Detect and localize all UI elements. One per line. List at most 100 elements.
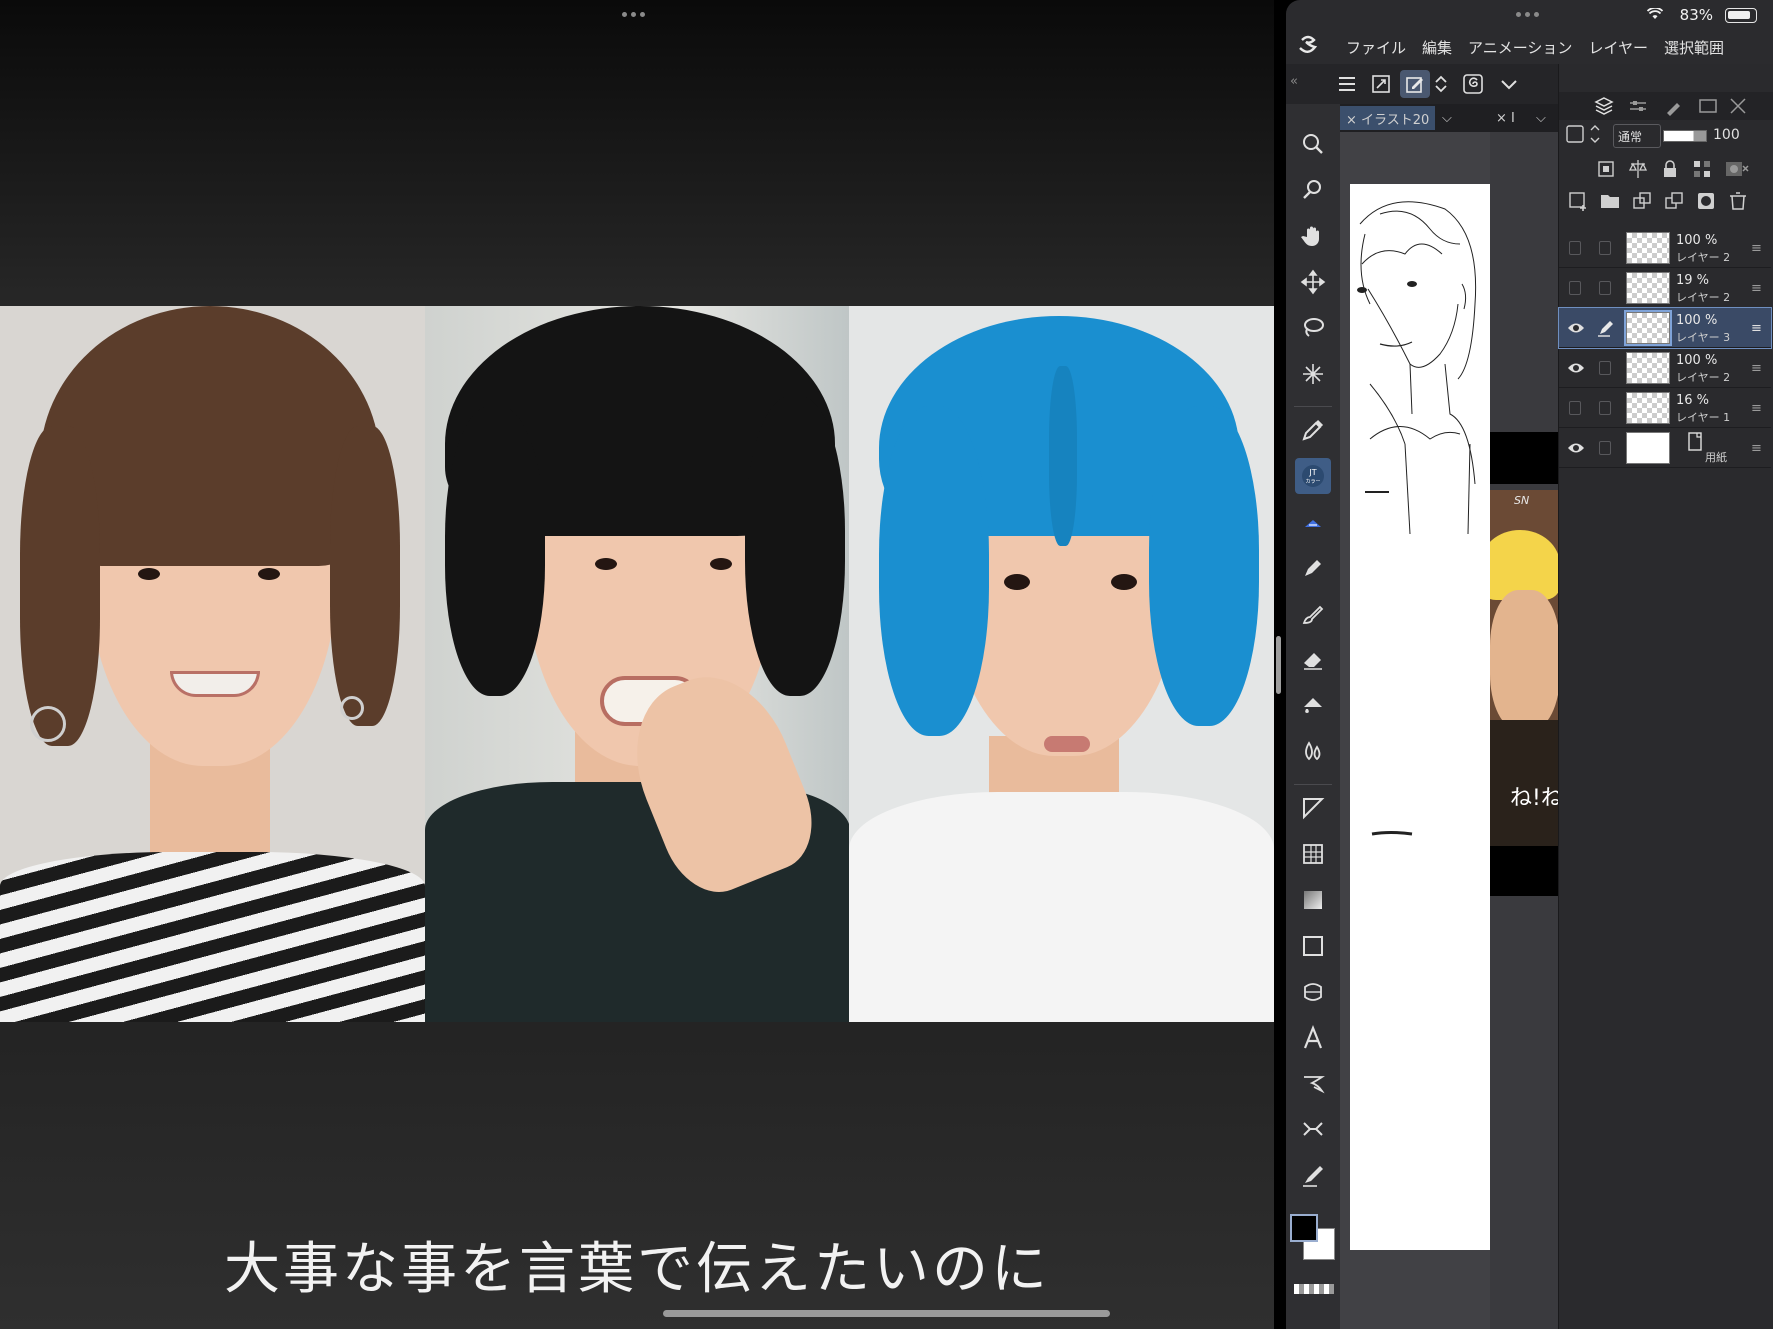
navigator-tab-icon[interactable] bbox=[1697, 95, 1719, 117]
color-brush-icon[interactable]: JT カラー bbox=[1295, 458, 1331, 494]
fill-bucket-icon[interactable] bbox=[1295, 688, 1331, 724]
layer-row[interactable]: 100 % レイヤー 2 ≡ bbox=[1559, 228, 1771, 268]
collapse-left-icon[interactable]: « bbox=[1290, 74, 1298, 89]
figure-icon[interactable] bbox=[1295, 974, 1331, 1010]
eyedropper-icon[interactable] bbox=[1295, 412, 1331, 448]
transfer-lower-layer-icon[interactable] bbox=[1631, 190, 1653, 212]
layer-name: 用紙 bbox=[1705, 451, 1727, 464]
layer-lock-toggle[interactable] bbox=[1599, 441, 1611, 455]
visibility-toggle[interactable] bbox=[1569, 281, 1581, 295]
airbrush-icon[interactable] bbox=[1295, 504, 1331, 540]
layer-opacity: 100 % bbox=[1676, 313, 1718, 328]
reference-photo[interactable]: SN ね!ね bbox=[1490, 490, 1558, 846]
rectangle-icon[interactable] bbox=[1295, 928, 1331, 964]
ruler-icon[interactable] bbox=[1295, 790, 1331, 826]
text-icon[interactable] bbox=[1295, 1020, 1331, 1056]
transparent-color-swatch[interactable] bbox=[1294, 1284, 1334, 1294]
lasso-icon[interactable] bbox=[1295, 310, 1331, 346]
zoom-icon[interactable] bbox=[1295, 126, 1331, 162]
layer-name: レイヤー 1 bbox=[1676, 411, 1731, 424]
tab-dropdown-icon[interactable]: ⌵ bbox=[1442, 106, 1466, 130]
menu-layer[interactable]: レイヤー bbox=[1588, 37, 1648, 58]
layer-lock-toggle[interactable] bbox=[1599, 401, 1611, 415]
marker-icon[interactable] bbox=[1295, 550, 1331, 586]
editing-pen-icon bbox=[1598, 321, 1613, 337]
flip-icon[interactable] bbox=[1430, 70, 1452, 98]
lock-transparency-icon[interactable] bbox=[1691, 158, 1713, 180]
drawing-canvas[interactable] bbox=[1350, 184, 1491, 1250]
blend-mode-select[interactable]: 通常 bbox=[1613, 124, 1661, 148]
chevron-down-icon[interactable] bbox=[1494, 70, 1524, 98]
watercolor-icon[interactable] bbox=[1295, 734, 1331, 770]
tab-reference-dropdown-icon[interactable]: ⌵ bbox=[1536, 106, 1546, 130]
menu-selection[interactable]: 選択範囲 bbox=[1664, 37, 1724, 58]
video-panel-center bbox=[424, 306, 850, 1022]
properties-tab-icon[interactable] bbox=[1627, 95, 1649, 117]
tab-illustration[interactable]: × イラスト20 bbox=[1340, 106, 1436, 130]
opacity-slider[interactable] bbox=[1663, 130, 1707, 142]
layer-menu-icon[interactable]: ≡ bbox=[1751, 401, 1762, 416]
layer-menu-icon[interactable]: ≡ bbox=[1751, 281, 1762, 296]
layer-row-paper[interactable]: 用紙 ≡ bbox=[1559, 428, 1771, 468]
spiral-icon[interactable] bbox=[1458, 70, 1488, 98]
tab-reference[interactable]: × I bbox=[1496, 106, 1515, 130]
layer-row[interactable]: 100 % レイヤー 2 ≡ bbox=[1559, 348, 1771, 388]
merge-down-icon[interactable] bbox=[1663, 190, 1685, 212]
clip-studio-window: 83% ファイル 編集 アニメーション レイヤー 選択範囲 « › » bbox=[1286, 0, 1773, 1329]
layer-panel: 通常 100 100 % レイヤー 2 ≡ 19 % レイヤー 2 ≡ 100 … bbox=[1558, 64, 1773, 1329]
edit-mode-icon[interactable] bbox=[1400, 70, 1430, 98]
magnifier-rotate-icon[interactable] bbox=[1295, 172, 1331, 208]
foreground-color-swatch[interactable] bbox=[1290, 1214, 1318, 1242]
reference-layer-icon[interactable] bbox=[1627, 158, 1649, 180]
home-indicator[interactable] bbox=[663, 1310, 1110, 1317]
layer-lock-toggle[interactable] bbox=[1599, 281, 1611, 295]
brush-size-tab-icon[interactable] bbox=[1663, 95, 1685, 117]
layer-menu-icon[interactable]: ≡ bbox=[1751, 441, 1762, 456]
balloon-icon[interactable] bbox=[1295, 1066, 1331, 1102]
layer-row[interactable]: 16 % レイヤー 1 ≡ bbox=[1559, 388, 1771, 428]
menu-file[interactable]: ファイル bbox=[1346, 37, 1406, 58]
eye-icon[interactable] bbox=[1567, 319, 1585, 337]
clip-studio-logo-icon[interactable] bbox=[1286, 34, 1330, 61]
eye-icon[interactable] bbox=[1567, 439, 1585, 457]
multitasking-handle[interactable] bbox=[622, 12, 645, 17]
visibility-toggle[interactable] bbox=[1569, 401, 1581, 415]
video-player[interactable]: 大事な事を言葉で伝えたいのに bbox=[0, 0, 1274, 1329]
split-view-divider[interactable] bbox=[1276, 636, 1281, 694]
color-tab-icon[interactable] bbox=[1727, 95, 1749, 117]
hand-icon[interactable] bbox=[1295, 218, 1331, 254]
layer-lock-toggle[interactable] bbox=[1599, 361, 1611, 375]
eye-icon[interactable] bbox=[1567, 359, 1585, 377]
visibility-toggle[interactable] bbox=[1569, 241, 1581, 255]
hamburger-icon[interactable] bbox=[1332, 70, 1362, 98]
layer-menu-icon[interactable]: ≡ bbox=[1751, 361, 1762, 376]
magic-wand-icon[interactable] bbox=[1295, 356, 1331, 392]
layer-lock-toggle[interactable] bbox=[1599, 241, 1611, 255]
layer-mask-icon[interactable] bbox=[1695, 190, 1717, 212]
menu-animation[interactable]: アニメーション bbox=[1468, 37, 1572, 58]
layers-tab-icon[interactable] bbox=[1593, 95, 1615, 117]
blend-icon[interactable] bbox=[1295, 596, 1331, 632]
mask-toggle-icon[interactable] bbox=[1723, 158, 1753, 180]
move-icon[interactable] bbox=[1295, 264, 1331, 300]
lock-icon[interactable] bbox=[1659, 158, 1681, 180]
layer-color-toggle[interactable] bbox=[1565, 122, 1605, 146]
new-raster-layer-icon[interactable] bbox=[1567, 190, 1589, 212]
fit-canvas-icon[interactable] bbox=[1366, 70, 1396, 98]
menu-edit[interactable]: 編集 bbox=[1422, 37, 1452, 58]
clip-layer-icon[interactable] bbox=[1595, 158, 1617, 180]
video-frame[interactable] bbox=[0, 306, 1274, 1022]
frame-icon[interactable] bbox=[1295, 836, 1331, 872]
layer-row[interactable]: 19 % レイヤー 2 ≡ bbox=[1559, 268, 1771, 308]
reference-canvas[interactable]: SN ね!ね bbox=[1490, 132, 1558, 1329]
new-folder-icon[interactable] bbox=[1599, 190, 1621, 212]
pen-icon[interactable] bbox=[1295, 1158, 1331, 1194]
layer-row-selected[interactable]: 100 % レイヤー 3 ≡ bbox=[1558, 307, 1772, 349]
layer-menu-icon[interactable]: ≡ bbox=[1751, 321, 1762, 336]
layer-menu-icon[interactable]: ≡ bbox=[1751, 241, 1762, 256]
multitasking-handle-right[interactable] bbox=[1516, 12, 1539, 17]
gradient-icon[interactable] bbox=[1295, 882, 1331, 918]
eraser-icon[interactable] bbox=[1295, 642, 1331, 678]
delete-layer-icon[interactable] bbox=[1727, 190, 1749, 212]
correct-line-icon[interactable] bbox=[1295, 1112, 1331, 1148]
